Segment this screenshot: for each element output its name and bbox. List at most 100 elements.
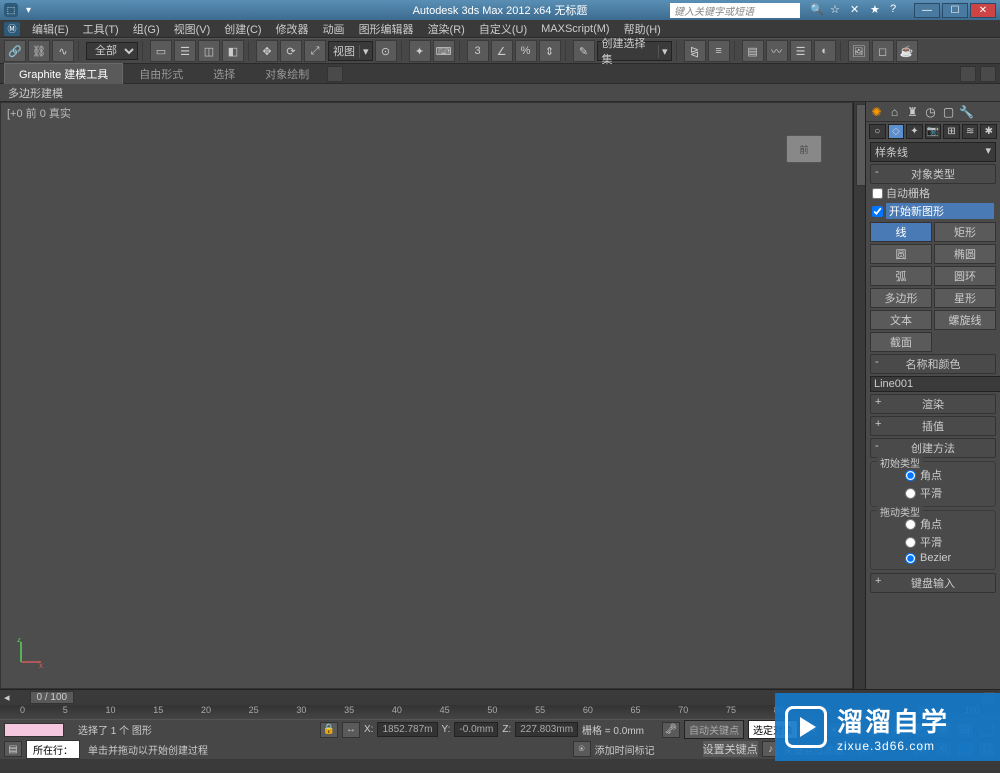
ref-coord-dropdown[interactable]: 视图▾ <box>328 41 373 61</box>
rollout-object-type[interactable]: -对象类型 <box>870 164 996 184</box>
maximize-button[interactable]: ☐ <box>942 3 968 18</box>
scale-icon[interactable]: ⤢ <box>304 40 326 62</box>
motion-tab-icon[interactable]: ◷ <box>923 104 938 119</box>
qat-icon[interactable]: ▾ <box>26 5 31 16</box>
shape-donut-button[interactable]: 圆环 <box>934 266 996 286</box>
location-button[interactable]: 所在行： <box>26 740 80 759</box>
drag-smooth-radio[interactable] <box>905 537 916 548</box>
snap-toggle-icon[interactable]: 3 <box>467 40 489 62</box>
menu-modifiers[interactable]: 修改器 <box>270 21 315 37</box>
rollout-interp[interactable]: +插值 <box>870 416 996 436</box>
cameras-cat-icon[interactable]: 📷 <box>925 124 942 139</box>
exchange-icon[interactable]: ✕ <box>850 3 864 17</box>
menu-edit[interactable]: 编辑(E) <box>26 21 75 37</box>
angle-snap-icon[interactable]: ∠ <box>491 40 513 62</box>
y-coord-field[interactable]: -0.0mm <box>454 722 498 737</box>
geometry-cat-icon[interactable]: ○ <box>869 124 886 139</box>
curve-editor-icon[interactable]: 〰 <box>766 40 788 62</box>
drag-bezier-radio[interactable] <box>905 553 916 564</box>
search-icon[interactable]: 🔍 <box>810 3 824 17</box>
maxscript-mini[interactable] <box>4 723 64 737</box>
shape-arc-button[interactable]: 弧 <box>870 266 932 286</box>
menu-customize[interactable]: 自定义(U) <box>473 21 533 37</box>
bind-icon[interactable]: ∿ <box>52 40 74 62</box>
rendered-fb-icon[interactable]: ◻ <box>872 40 894 62</box>
viewport-scrollbar[interactable] <box>853 102 865 689</box>
ribbon-ctrl-2[interactable] <box>980 66 996 82</box>
layers-icon[interactable]: ▤ <box>742 40 764 62</box>
ribbon-panel-label[interactable]: 多边形建模 <box>0 84 1000 102</box>
tab-selection[interactable]: 选择 <box>199 64 249 84</box>
menu-animation[interactable]: 动画 <box>317 21 351 37</box>
listener-icon[interactable]: ▤ <box>4 741 22 757</box>
key-mode-icon[interactable]: 🗝 <box>662 722 680 738</box>
keymode-icon[interactable]: ⌨ <box>433 40 455 62</box>
window-crossing-icon[interactable]: ◧ <box>222 40 244 62</box>
ribbon-ctrl-1[interactable] <box>960 66 976 82</box>
app-menu-icon[interactable]: Ⓜ <box>4 22 20 36</box>
menu-view[interactable]: 视图(V) <box>168 21 217 37</box>
shapes-cat-icon[interactable]: ◇ <box>888 124 905 139</box>
add-time-tag-label[interactable]: 添加时间标记 <box>595 742 655 757</box>
menu-render[interactable]: 渲染(R) <box>422 21 471 37</box>
mirror-icon[interactable]: ⧎ <box>684 40 706 62</box>
helpers-cat-icon[interactable]: ⊞ <box>943 124 960 139</box>
time-tag-icon[interactable]: ⍟ <box>573 741 591 757</box>
manipulate-icon[interactable]: ✦ <box>409 40 431 62</box>
spacewarps-cat-icon[interactable]: ≋ <box>962 124 979 139</box>
named-sel-set-dropdown[interactable]: 创建选择集▾ <box>597 41 672 61</box>
shape-line-button[interactable]: 线 <box>870 222 932 242</box>
ribbon-min-icon[interactable] <box>327 66 343 82</box>
rotate-icon[interactable]: ⟳ <box>280 40 302 62</box>
help-search-input[interactable]: 键入关键字或短语 <box>670 3 800 18</box>
init-corner-radio[interactable] <box>905 470 916 481</box>
menu-maxscript[interactable]: MAXScript(M) <box>535 23 615 35</box>
viewcube[interactable]: 前 <box>786 135 822 163</box>
lights-cat-icon[interactable]: ✦ <box>906 124 923 139</box>
menu-group[interactable]: 组(G) <box>127 21 166 37</box>
systems-cat-icon[interactable]: ✱ <box>980 124 997 139</box>
move-icon[interactable]: ✥ <box>256 40 278 62</box>
sub-icon[interactable]: ☆ <box>830 3 844 17</box>
shape-text-button[interactable]: 文本 <box>870 310 932 330</box>
tab-freeform[interactable]: 自由形式 <box>125 64 197 84</box>
rollout-name-color[interactable]: -名称和颜色 <box>870 354 996 374</box>
menu-graph-editors[interactable]: 图形编辑器 <box>353 21 420 37</box>
tab-graphite[interactable]: Graphite 建模工具 <box>4 63 123 84</box>
shape-star-button[interactable]: 星形 <box>934 288 996 308</box>
shape-helix-button[interactable]: 螺旋线 <box>934 310 996 330</box>
viewport[interactable]: [+0 前 0 真实 前 y z z x <box>0 102 853 689</box>
display-tab-icon[interactable]: ▢ <box>941 104 956 119</box>
rollout-keyboard[interactable]: +键盘输入 <box>870 573 996 593</box>
shape-ellipse-button[interactable]: 椭圆 <box>934 244 996 264</box>
select-region-icon[interactable]: ◫ <box>198 40 220 62</box>
selection-filter-dropdown[interactable]: 全部 <box>86 42 138 60</box>
menu-create[interactable]: 创建(C) <box>218 21 267 37</box>
rollout-render[interactable]: +渲染 <box>870 394 996 414</box>
tab-paint[interactable]: 对象绘制 <box>251 64 323 84</box>
schematic-icon[interactable]: ☰ <box>790 40 812 62</box>
help-icon[interactable]: ? <box>890 3 904 17</box>
align-icon[interactable]: ≡ <box>708 40 730 62</box>
startnew-checkbox[interactable] <box>872 206 883 217</box>
percent-snap-icon[interactable]: % <box>515 40 537 62</box>
x-coord-field[interactable]: 1852.787m <box>377 722 437 737</box>
autogrid-checkbox[interactable] <box>872 188 883 199</box>
favorite-icon[interactable]: ★ <box>870 3 884 17</box>
time-slider-handle[interactable]: 0 / 100 <box>30 691 75 704</box>
hierarchy-tab-icon[interactable]: ♜ <box>905 104 920 119</box>
shape-circle-button[interactable]: 圆 <box>870 244 932 264</box>
lock-selection-icon[interactable]: 🔒 <box>320 722 338 738</box>
transform-typein-icon[interactable]: ↔ <box>342 722 360 738</box>
create-subtype-dropdown[interactable]: 样条线▾ <box>870 142 996 162</box>
drag-corner-radio[interactable] <box>905 519 916 530</box>
spinner-snap-icon[interactable]: ⇕ <box>539 40 561 62</box>
render-setup-icon[interactable]: 🖼 <box>848 40 870 62</box>
render-icon[interactable]: ☕ <box>896 40 918 62</box>
object-name-input[interactable] <box>870 376 1000 392</box>
create-tab-icon[interactable]: ✺ <box>869 104 884 119</box>
setkey-button[interactable]: 设置关键点 <box>703 741 758 757</box>
shape-rect-button[interactable]: 矩形 <box>934 222 996 242</box>
modify-tab-icon[interactable]: ⌂ <box>887 104 902 119</box>
select-name-icon[interactable]: ☰ <box>174 40 196 62</box>
